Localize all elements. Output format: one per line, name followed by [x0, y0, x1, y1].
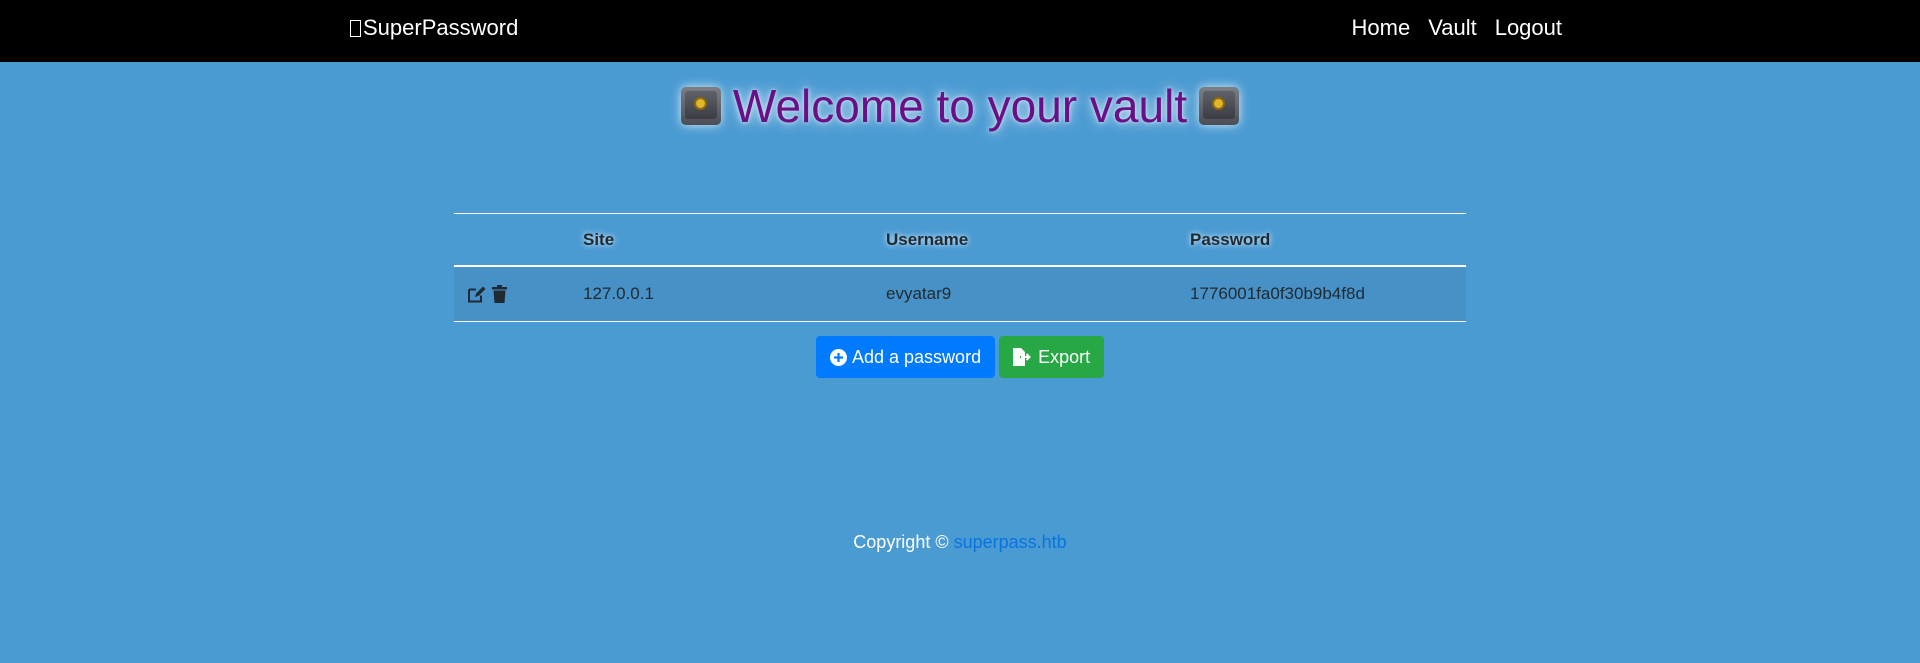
footer-site-link[interactable]: superpass.htb — [954, 532, 1067, 552]
column-header-site: Site — [583, 229, 615, 249]
brand-name: SuperPassword — [363, 15, 519, 40]
edit-icon[interactable] — [468, 286, 486, 303]
table-header-row: Site Username Password — [454, 213, 1466, 267]
nav-links: Home Vault Logout — [1352, 16, 1563, 40]
column-header-username: Username — [886, 229, 969, 249]
nav-home-link[interactable]: Home — [1352, 16, 1411, 40]
add-password-label: Add a password — [852, 346, 982, 367]
nav-vault-link[interactable]: Vault — [1428, 16, 1477, 40]
vault-table: Site Username Password 127.0.0.1 evyatar… — [454, 213, 1466, 322]
export-button[interactable]: Export — [999, 336, 1105, 378]
missing-glyph-icon — [350, 19, 361, 37]
action-buttons: Add a password Export — [816, 336, 1105, 378]
plus-circle-icon — [830, 348, 847, 366]
copyright-text: Copyright © — [853, 532, 954, 552]
page-title: Welcome to your vault — [732, 80, 1188, 132]
table-row: 127.0.0.1 evyatar9 1776001fa0f30b9b4f8d — [454, 266, 1466, 322]
row-actions-cell — [454, 266, 569, 322]
add-password-button[interactable]: Add a password — [816, 336, 996, 378]
nav-logout-link[interactable]: Logout — [1495, 16, 1562, 40]
navbar: SuperPassword Home Vault Logout — [0, 0, 1920, 62]
brand-link[interactable]: SuperPassword — [350, 16, 518, 40]
column-header-actions — [454, 214, 569, 267]
trash-icon[interactable] — [492, 285, 507, 303]
file-export-icon — [1013, 348, 1031, 366]
password-cell: 1776001fa0f30b9b4f8d — [1190, 284, 1365, 303]
footer: Copyright © superpass.htb — [0, 532, 1920, 553]
page-heading: Welcome to your vault — [0, 78, 1920, 134]
site-cell: 127.0.0.1 — [583, 284, 654, 303]
safe-icon — [1199, 87, 1240, 125]
export-label: Export — [1038, 346, 1091, 367]
safe-icon — [680, 87, 721, 125]
column-header-password: Password — [1190, 229, 1271, 249]
username-cell: evyatar9 — [886, 284, 952, 303]
